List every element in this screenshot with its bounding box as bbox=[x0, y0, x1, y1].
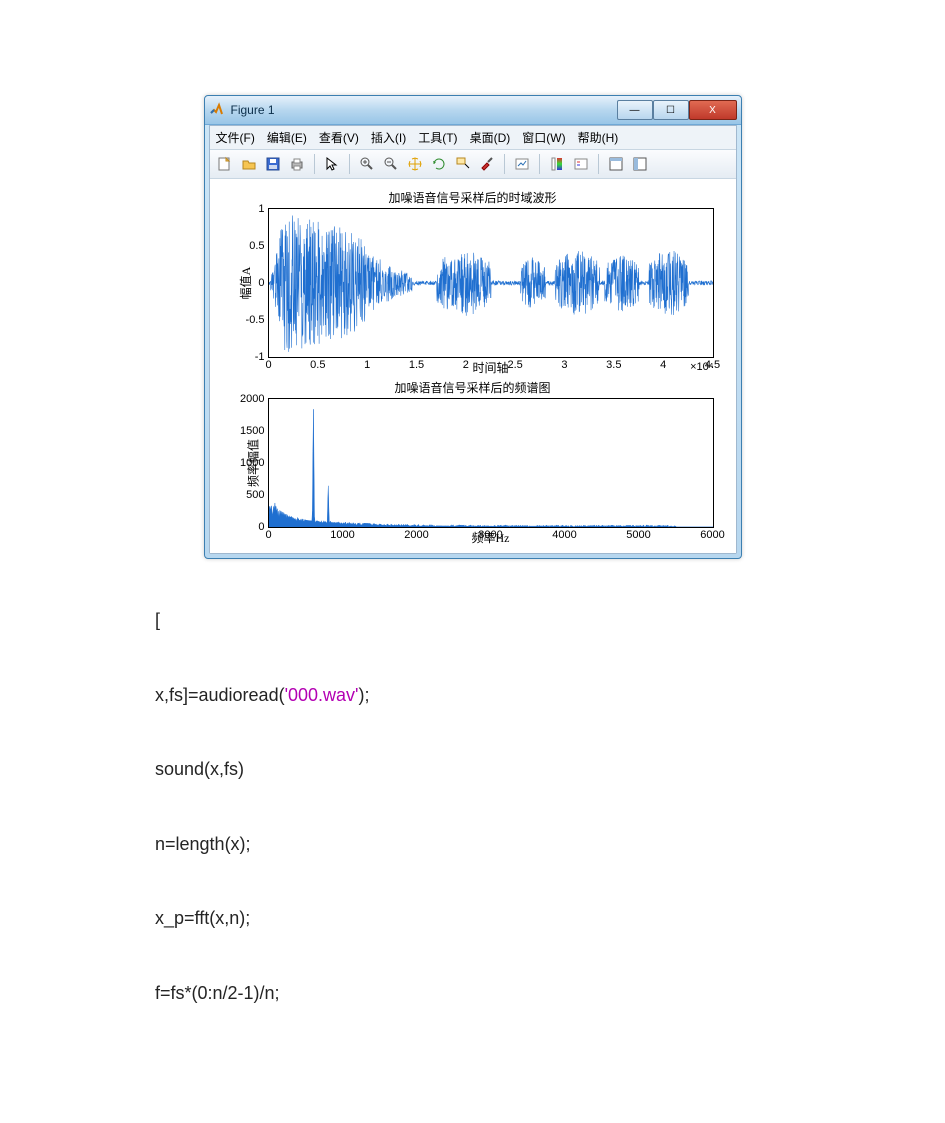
menubar: 文件(F) 编辑(E) 查看(V) 插入(I) 工具(T) 桌面(D) 窗口(W… bbox=[210, 126, 736, 150]
xlabel: 时间轴 bbox=[268, 359, 714, 376]
menu-view[interactable]: 查看(V) bbox=[319, 129, 359, 146]
waveform-plot bbox=[269, 209, 713, 357]
titlebar[interactable]: Figure 1 — ☐ X bbox=[205, 96, 741, 125]
close-button[interactable]: X bbox=[689, 100, 737, 120]
matlab-icon bbox=[209, 102, 225, 118]
code-line: x,fs]=audioread('000.wav'); bbox=[155, 684, 945, 707]
menu-desktop[interactable]: 桌面(D) bbox=[470, 129, 511, 146]
toolbar-sep bbox=[539, 154, 540, 174]
document-page: Figure 1 — ☐ X 文件(F) 编辑(E) 查看(V) 插入(I) 工… bbox=[0, 0, 945, 1096]
code-line: sound(x,fs) bbox=[155, 758, 945, 781]
menu-file[interactable]: 文件(F) bbox=[216, 129, 255, 146]
layout-icon[interactable] bbox=[605, 153, 627, 175]
pointer-icon[interactable] bbox=[321, 153, 343, 175]
menu-insert[interactable]: 插入(I) bbox=[371, 129, 406, 146]
legend-icon[interactable] bbox=[570, 153, 592, 175]
data-cursor-icon[interactable] bbox=[452, 153, 474, 175]
window-buttons: — ☐ X bbox=[617, 100, 737, 120]
xlabel-row: 时间轴 ×10⁴ bbox=[268, 359, 714, 373]
new-figure-icon[interactable] bbox=[214, 153, 236, 175]
toolbar-sep bbox=[349, 154, 350, 174]
code-block: [ x,fs]=audioread('000.wav'); sound(x,fs… bbox=[155, 609, 945, 1004]
xlabel: 频率Hz bbox=[268, 529, 714, 546]
axes-time[interactable]: 幅值A -1-0.500.51 00.511.522.533.544.5 bbox=[268, 208, 714, 358]
toolbar-sep bbox=[504, 154, 505, 174]
rotate-icon[interactable] bbox=[428, 153, 450, 175]
x-exponent: ×10⁴ bbox=[690, 361, 713, 373]
xlabel-row: 频率Hz bbox=[268, 529, 714, 543]
figure-container: Figure 1 — ☐ X 文件(F) 编辑(E) 查看(V) 插入(I) 工… bbox=[204, 95, 742, 559]
code-line: [ bbox=[155, 609, 945, 632]
brush-icon[interactable] bbox=[476, 153, 498, 175]
code-line: n=length(x); bbox=[155, 833, 945, 856]
spectrum-plot bbox=[269, 399, 713, 527]
figure-window: Figure 1 — ☐ X 文件(F) 编辑(E) 查看(V) 插入(I) 工… bbox=[204, 95, 742, 559]
layout2-icon[interactable] bbox=[629, 153, 651, 175]
plot-area: 加噪语音信号采样后的时域波形 幅值A -1-0.500.51 00.511.52… bbox=[210, 179, 736, 553]
code-line: x_p=fft(x,n); bbox=[155, 907, 945, 930]
toolbar-sep bbox=[314, 154, 315, 174]
link-icon[interactable] bbox=[511, 153, 533, 175]
toolbar bbox=[210, 150, 736, 179]
subplot-spectrum: 加噪语音信号采样后的频谱图 频率幅值 0500100015002000 0100… bbox=[222, 379, 724, 543]
zoom-in-icon[interactable] bbox=[356, 153, 378, 175]
window-inner: 文件(F) 编辑(E) 查看(V) 插入(I) 工具(T) 桌面(D) 窗口(W… bbox=[209, 125, 737, 554]
zoom-out-icon[interactable] bbox=[380, 153, 402, 175]
subplot-time-domain: 加噪语音信号采样后的时域波形 幅值A -1-0.500.51 00.511.52… bbox=[222, 189, 724, 373]
open-icon[interactable] bbox=[238, 153, 260, 175]
chart-title: 加噪语音信号采样后的时域波形 bbox=[222, 189, 724, 206]
minimize-button[interactable]: — bbox=[617, 100, 653, 120]
menu-edit[interactable]: 编辑(E) bbox=[267, 129, 307, 146]
axes-spectrum[interactable]: 频率幅值 0500100015002000 010002000300040005… bbox=[268, 398, 714, 528]
menu-help[interactable]: 帮助(H) bbox=[578, 129, 619, 146]
colorbar-icon[interactable] bbox=[546, 153, 568, 175]
code-line: f=fs*(0:n/2-1)/n; bbox=[155, 982, 945, 1005]
menu-tools[interactable]: 工具(T) bbox=[418, 129, 457, 146]
pan-icon[interactable] bbox=[404, 153, 426, 175]
maximize-button[interactable]: ☐ bbox=[653, 100, 689, 120]
window-title: Figure 1 bbox=[231, 103, 617, 117]
yticks: -1-0.500.51 bbox=[229, 209, 269, 357]
chart-title: 加噪语音信号采样后的频谱图 bbox=[222, 379, 724, 396]
save-icon[interactable] bbox=[262, 153, 284, 175]
menu-window[interactable]: 窗口(W) bbox=[522, 129, 565, 146]
toolbar-sep bbox=[598, 154, 599, 174]
yticks: 0500100015002000 bbox=[229, 399, 269, 527]
print-icon[interactable] bbox=[286, 153, 308, 175]
